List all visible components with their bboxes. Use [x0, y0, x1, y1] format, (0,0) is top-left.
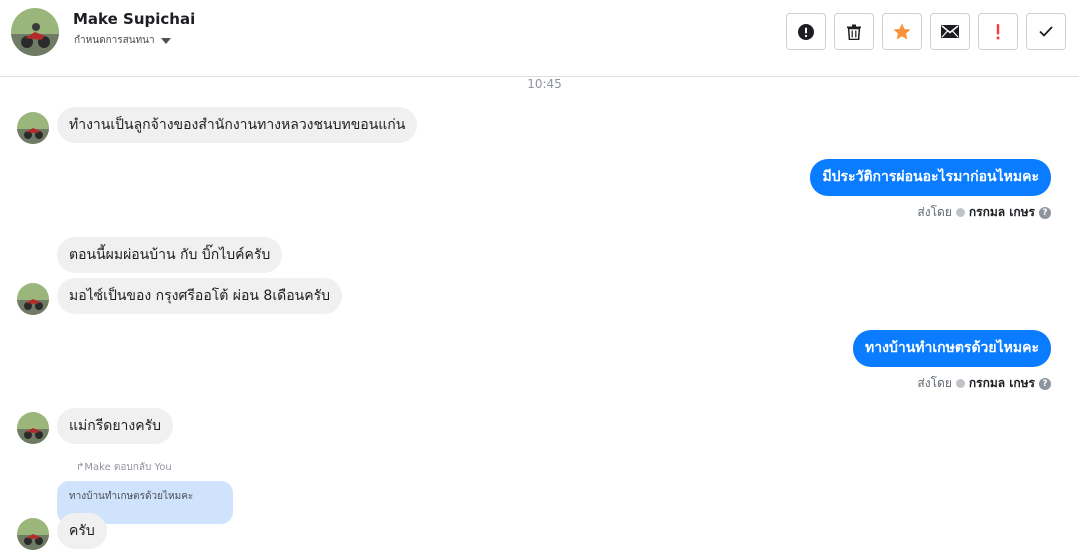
conversation-settings[interactable]: กำหนดการสนทนา [74, 33, 171, 48]
message-incoming: ทำงานเป็นลูกจ้างของสำนักงานทางหลวงชนบทขอ… [57, 107, 418, 143]
sent-by-label: ส่งโดย [917, 376, 952, 390]
conversation-settings-label: กำหนดการสนทนา [74, 35, 155, 46]
verified-icon [955, 208, 965, 217]
contact-name: Make Supichai [73, 10, 196, 28]
reply-label: ↱Make ตอบกลับ You [76, 462, 172, 473]
mail-button[interactable] [930, 13, 970, 50]
avatar[interactable] [17, 412, 49, 444]
avatar[interactable] [11, 8, 59, 56]
sent-by-label: ส่งโดย [917, 205, 952, 219]
envelope-icon [941, 25, 959, 38]
sender-name[interactable]: กรกมล เกษร [969, 203, 1035, 222]
delete-button[interactable] [834, 13, 874, 50]
avatar[interactable] [17, 518, 49, 550]
conversation-header: Make Supichai กำหนดการสนทนา [0, 0, 1079, 77]
help-icon[interactable]: ? [1039, 206, 1051, 219]
message-outgoing: ทางบ้านทำเกษตรด้วยไหมคะ [853, 330, 1051, 367]
trash-icon [847, 24, 861, 40]
sender-name[interactable]: กรกมล เกษร [969, 374, 1035, 393]
spam-button[interactable] [978, 13, 1018, 50]
avatar[interactable] [17, 112, 49, 144]
message-incoming: ตอนนี้ผมผ่อนบ้าน กับ บิ๊กไบค์ครับ [57, 237, 283, 273]
avatar[interactable] [17, 283, 49, 315]
toolbar [786, 13, 1066, 50]
exclamation-icon [996, 23, 1000, 39]
message-outgoing: มีประวัติการผ่อนอะไรมาก่อนไหมคะ [810, 159, 1051, 196]
verified-icon [955, 379, 965, 388]
caret-down-icon [160, 37, 171, 44]
check-icon [1039, 26, 1053, 37]
sent-by: ส่งโดย กรกมล เกษร ? [917, 374, 1051, 393]
message-incoming: แม่กรีดยางครับ [57, 408, 174, 444]
done-button[interactable] [1026, 13, 1066, 50]
help-icon[interactable]: ? [1039, 377, 1051, 390]
sent-by: ส่งโดย กรกมล เกษร ? [917, 203, 1051, 222]
timestamp: 10:45 [527, 77, 562, 91]
message-incoming: มอไซ์เป็นของ กรุงศรีออโต้ ผ่อน 8เดือนครั… [57, 278, 342, 314]
message-incoming: ครับ [57, 513, 107, 549]
star-icon [893, 23, 911, 40]
exclamation-circle-icon [798, 23, 814, 40]
star-button[interactable] [882, 13, 922, 50]
info-button[interactable] [786, 13, 826, 50]
